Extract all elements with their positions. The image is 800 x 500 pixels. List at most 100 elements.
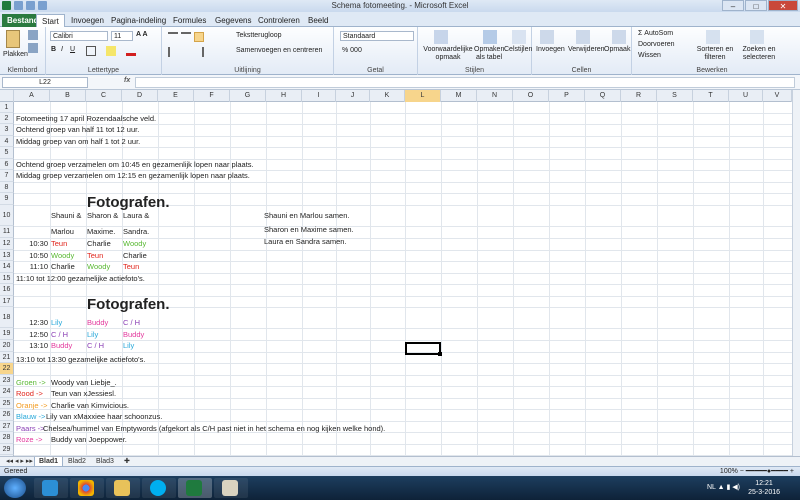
taskbar-skype[interactable] <box>142 478 176 498</box>
font-size-select[interactable]: 11 <box>111 31 133 41</box>
orientation-icon[interactable] <box>214 32 224 42</box>
worksheet-grid[interactable]: A B C D E F G H I J K L M N O P Q R S T … <box>0 90 800 456</box>
cell-b19[interactable]: Lily <box>51 317 62 329</box>
col-u[interactable]: U <box>729 90 763 102</box>
fill-color-icon[interactable] <box>106 46 116 56</box>
tab-pagina-indeling[interactable]: Pagina-indeling <box>106 14 171 27</box>
col-d[interactable]: D <box>122 90 158 102</box>
conditional-format-icon[interactable] <box>434 30 448 44</box>
col-p[interactable]: P <box>549 90 585 102</box>
col-q[interactable]: Q <box>585 90 621 102</box>
cell-a30[interactable]: Roze -> <box>16 434 42 446</box>
system-tray[interactable]: NL ▲ ▮ ◀) <box>707 483 740 491</box>
row-header[interactable]: 5 <box>0 147 14 159</box>
row-header[interactable]: 15 <box>0 273 14 284</box>
col-t[interactable]: T <box>693 90 729 102</box>
merge-center-button[interactable]: Samenvoegen en centreren <box>236 47 322 54</box>
font-color-icon[interactable] <box>126 46 136 56</box>
row-header[interactable]: 24 <box>0 386 14 398</box>
format-cells-icon[interactable] <box>612 30 626 44</box>
maximize-button[interactable]: □ <box>745 0 767 11</box>
align-center-icon[interactable] <box>181 47 191 57</box>
col-j[interactable]: J <box>336 90 370 102</box>
cell-a5[interactable]: Middag groep van om half 1 tot 2 uur. <box>16 136 140 148</box>
row-header[interactable]: 13 <box>0 250 14 261</box>
name-box[interactable]: L22 <box>2 77 88 88</box>
insert-cells-button[interactable]: Invoegen <box>536 46 565 53</box>
tab-controleren[interactable]: Controleren <box>253 14 305 27</box>
tab-gegevens[interactable]: Gegevens <box>210 14 256 27</box>
col-c[interactable]: C <box>86 90 122 102</box>
cell-a13[interactable]: 10:30 <box>14 238 48 250</box>
row-header[interactable]: 29 <box>0 444 14 455</box>
cell-d11[interactable]: Laura & <box>123 210 149 222</box>
cell-b30[interactable]: Buddy van Joeppower. <box>51 434 127 446</box>
formula-input[interactable] <box>135 77 795 88</box>
row-header[interactable]: 10 <box>0 205 14 226</box>
row-header[interactable]: 14 <box>0 261 14 273</box>
col-i[interactable]: I <box>302 90 336 102</box>
format-table-button[interactable]: Opmaken als tabel <box>474 46 504 62</box>
col-r[interactable]: R <box>621 90 657 102</box>
tab-invoegen[interactable]: Invoegen <box>66 14 109 27</box>
clock[interactable]: 12:21 25-3-2016 <box>748 479 780 497</box>
select-all-corner[interactable] <box>0 90 14 102</box>
fill-button[interactable]: Doorvoeren <box>638 41 675 48</box>
language-indicator[interactable]: NL <box>707 484 716 491</box>
align-left-icon[interactable] <box>168 47 178 57</box>
cell-h11[interactable]: Shauni en Marlou samen. <box>264 210 349 222</box>
tab-formules[interactable]: Formules <box>168 14 211 27</box>
row-header[interactable]: 18 <box>0 307 14 328</box>
taskbar-chrome[interactable] <box>70 478 104 498</box>
cell-b12[interactable]: Marlou <box>51 226 74 238</box>
taskbar-explorer[interactable] <box>106 478 140 498</box>
cell-a28[interactable]: Blauw -> <box>16 411 45 423</box>
row-header[interactable]: 16 <box>0 284 14 296</box>
row-header[interactable]: 8 <box>0 182 14 193</box>
format-cells-button[interactable]: Opmaak <box>604 46 630 53</box>
cell-c15[interactable]: Woody <box>87 261 110 273</box>
cell-d12[interactable]: Sandra. <box>123 226 149 238</box>
row-header[interactable]: 26 <box>0 409 14 421</box>
row-header[interactable]: 21 <box>0 352 14 363</box>
row-header[interactable]: 12 <box>0 238 14 250</box>
cell-c11[interactable]: Sharon & <box>87 210 118 222</box>
row-header[interactable]: 3 <box>0 124 14 136</box>
find-select-icon[interactable] <box>750 30 764 44</box>
row-header[interactable]: 25 <box>0 398 14 409</box>
cell-a15[interactable]: 11:10 <box>14 261 48 273</box>
vertical-scrollbar[interactable] <box>792 90 800 456</box>
borders-icon[interactable] <box>86 46 96 56</box>
paste-button[interactable]: Plakken <box>3 51 28 58</box>
conditional-format-button[interactable]: Voorwaardelijke opmaak <box>420 46 476 62</box>
align-bottom-icon[interactable] <box>194 32 204 42</box>
number-format-select[interactable]: Standaard <box>340 31 414 41</box>
cell-a16[interactable]: 11:10 tot 12:00 gezamelijke actiefoto's. <box>16 273 145 285</box>
wrap-text-button[interactable]: Tekstterugloop <box>236 32 282 39</box>
col-e[interactable]: E <box>158 90 194 102</box>
cell-c21[interactable]: C / H <box>87 340 104 352</box>
insert-cells-icon[interactable] <box>540 30 554 44</box>
minimize-button[interactable]: – <box>722 0 744 11</box>
cell-b28[interactable]: Lily van xMaxxiee haar schoonzus. <box>46 411 162 423</box>
cell-b13[interactable]: Teun <box>51 238 67 250</box>
cell-b26[interactable]: Teun van xJessiesl. <box>51 388 116 400</box>
cell-a8[interactable]: Middag groep verzamelen om 12:15 en geza… <box>16 170 250 182</box>
cut-icon[interactable] <box>28 30 38 40</box>
col-s[interactable]: S <box>657 90 693 102</box>
paste-icon[interactable] <box>6 30 20 48</box>
row-header[interactable]: 17 <box>0 296 14 307</box>
delete-cells-button[interactable]: Verwijderen <box>568 46 605 53</box>
taskbar-ie[interactable] <box>34 478 68 498</box>
row-header[interactable]: 11 <box>0 226 14 238</box>
tab-beeld[interactable]: Beeld <box>303 14 333 27</box>
row-header[interactable]: 4 <box>0 136 14 147</box>
row-header[interactable]: 6 <box>0 159 14 170</box>
heading-fotografen-2[interactable]: Fotografen. <box>87 295 170 315</box>
col-g[interactable]: G <box>230 90 266 102</box>
start-button[interactable] <box>4 478 26 498</box>
cell-h12[interactable]: Sharon en Maxime samen. <box>264 224 354 236</box>
row-header[interactable]: 9 <box>0 193 14 205</box>
cell-c12[interactable]: Maxime. <box>87 226 115 238</box>
align-middle-icon[interactable] <box>181 32 191 42</box>
